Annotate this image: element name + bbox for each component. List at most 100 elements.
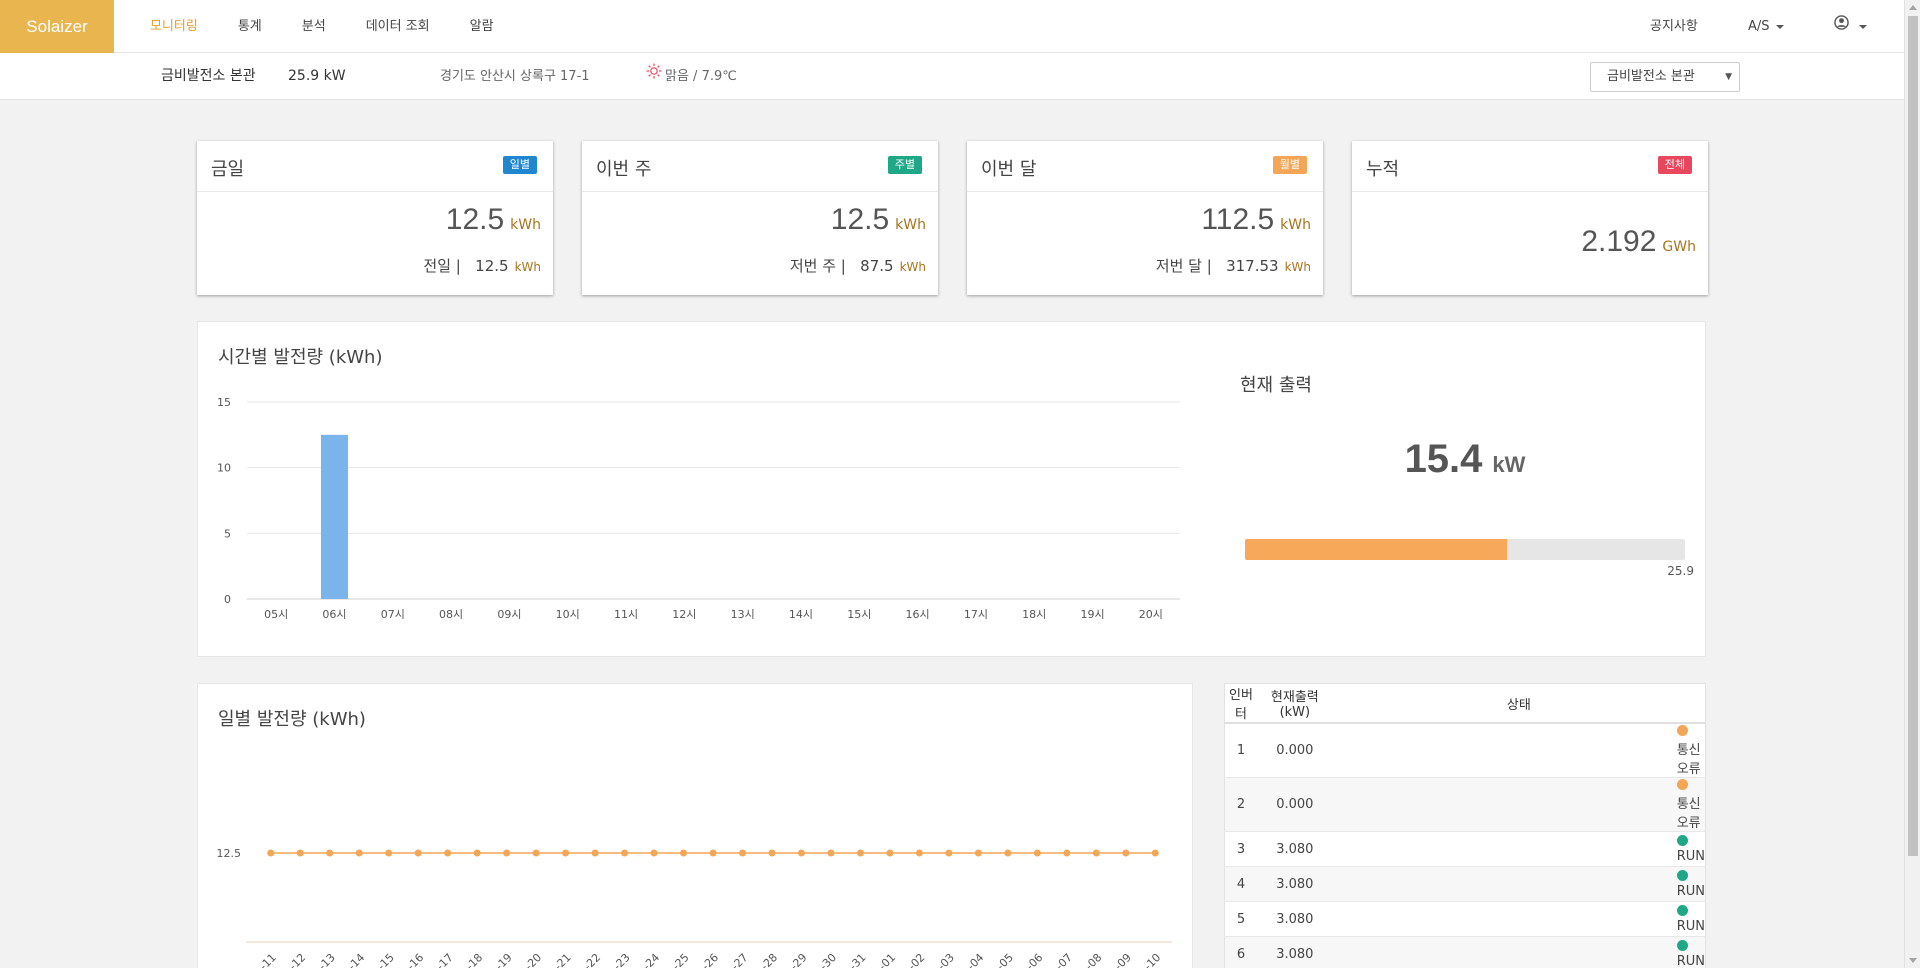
card-previous-value: 317.53 [1226, 257, 1279, 275]
card-title: 누적 [1366, 159, 1400, 180]
status-dot-icon [1676, 835, 1688, 846]
plant-name: 금비발전소 본관 [161, 68, 256, 84]
card-value-unit: kWh [510, 217, 541, 233]
plant-capacity: 25.9 kW [288, 68, 346, 84]
status-dot-icon [1676, 905, 1688, 916]
inverter-table: 인버터 현재출력 (kW) 상태 1 0.000 통신오류 2 0.000 통신오류 3 3.… [1224, 683, 1706, 968]
column-header-status[interactable]: 상태 [1332, 683, 1706, 724]
card-previous-value: 12.5 [475, 257, 509, 275]
this-month-card: 이번 달 월별 112.5 kWh 저번 달 | 317.53 kWh [967, 141, 1323, 295]
card-badge[interactable]: 월별 [1272, 156, 1307, 174]
inverter-status-text: 통신오류 [1676, 797, 1701, 831]
inverter-output: 3.080 [1256, 831, 1333, 867]
card-title: 이번 주 [596, 159, 652, 180]
card-previous: 저번 달 | 317.53 kWh [1156, 255, 1311, 276]
status-dot-icon [1676, 779, 1688, 790]
inverter-output: 0.000 [1256, 723, 1333, 778]
inverter-output: 0.000 [1256, 777, 1333, 832]
menu-item-monitoring[interactable]: 모니터링 [150, 0, 198, 53]
card-previous-unit: kWh [514, 260, 541, 274]
logo[interactable]: Solaizer [0, 0, 114, 53]
menu-item-statistics[interactable]: 통계 [238, 0, 262, 53]
top-navbar: Solaizer 모니터링 통계 분석 데이터 조회 알람 공지사항 A/S [0, 0, 1904, 53]
scroll-up-icon[interactable] [1909, 5, 1917, 10]
inverter-table-header: 인버터 현재출력 (kW) 상태 [1224, 683, 1706, 724]
card-previous-unit: kWh [899, 260, 926, 274]
card-previous-label: 저번 달 | [1155, 257, 1212, 275]
card-badge[interactable]: 전체 [1657, 156, 1692, 174]
card-value-number: 12.5 [830, 203, 890, 236]
plant-address: 경기도 안산시 상록구 17-1 [440, 69, 590, 84]
card-value-unit: GWh [1662, 239, 1696, 255]
card-previous: 전일 | 12.5 kWh [423, 255, 541, 276]
card-value: 2.192 GWh [1581, 225, 1696, 259]
column-header-output[interactable]: 현재출력 (kW) [1256, 683, 1333, 724]
column-header-inverter[interactable]: 인버터 [1224, 683, 1257, 724]
hourly-chart-title: 시간별 발전량 (kWh) [218, 347, 383, 368]
chevron-down-icon [1775, 24, 1784, 29]
inverter-id: 4 [1224, 866, 1257, 902]
main-menu: 모니터링 통계 분석 데이터 조회 알람 [150, 0, 534, 53]
inverter-status: RUN [1332, 866, 1706, 902]
plant-select-value: 금비발전소 본관 [1607, 69, 1695, 84]
current-output-value: 15.4 kW [1240, 437, 1690, 482]
inverter-id: 6 [1224, 936, 1257, 968]
menu-item-analysis[interactable]: 분석 [302, 0, 326, 53]
current-output-progress [1245, 539, 1685, 560]
card-title: 이번 달 [981, 159, 1037, 180]
card-header: 금일 일별 [197, 141, 553, 192]
table-row[interactable]: 5 3.080 RUN [1224, 901, 1706, 937]
weather-info: 맑음 / 7.9℃ [646, 53, 737, 100]
card-header: 이번 주 주별 [582, 141, 938, 192]
chevron-down-icon [1859, 24, 1867, 29]
card-value-unit: kWh [1280, 217, 1311, 233]
card-value-number: 12.5 [445, 203, 505, 236]
notice-label: 공지사항 [1650, 19, 1698, 34]
status-dot-icon [1676, 725, 1688, 736]
menu-item-data-query[interactable]: 데이터 조회 [366, 0, 430, 53]
notice-link[interactable]: 공지사항 [1650, 0, 1698, 53]
card-previous: 저번 주 | 87.5 kWh [790, 255, 926, 276]
current-output-progress-fill [1245, 539, 1507, 560]
current-output-title: 현재 출력 [1240, 375, 1312, 396]
inverter-output: 3.080 [1256, 866, 1333, 902]
daily-chart-title: 일별 발전량 (kWh) [218, 709, 366, 730]
card-title: 금일 [211, 159, 245, 180]
card-value-number: 2.192 [1581, 225, 1657, 258]
inverter-status: 통신오류 [1332, 777, 1706, 832]
card-header: 이번 달 월별 [967, 141, 1323, 192]
page-scrollbar[interactable] [1904, 0, 1920, 968]
inverter-id: 2 [1224, 777, 1257, 832]
scroll-down-icon[interactable] [1909, 958, 1917, 963]
inverter-status-text: 통신오류 [1676, 743, 1701, 777]
inverter-status: RUN [1332, 936, 1706, 968]
inverter-status: 통신오류 [1332, 723, 1706, 778]
as-label: A/S [1748, 19, 1770, 34]
table-row[interactable]: 1 0.000 통신오류 [1224, 723, 1706, 778]
card-badge[interactable]: 일별 [502, 156, 537, 174]
status-dot-icon [1676, 870, 1688, 881]
user-circle-icon [1834, 0, 1849, 53]
table-row[interactable]: 3 3.080 RUN [1224, 831, 1706, 867]
card-badge[interactable]: 주별 [887, 156, 922, 174]
select-arrow-icon: ▼ [1725, 72, 1732, 82]
inverter-status-text: RUN [1676, 954, 1705, 968]
weather-text: 맑음 / 7.9℃ [665, 69, 737, 84]
table-row[interactable]: 6 3.080 RUN [1224, 936, 1706, 968]
card-value: 12.5 kWh [831, 203, 926, 237]
scrollbar-thumb[interactable] [1908, 16, 1918, 856]
plant-select[interactable]: 금비발전소 본관 ▼ [1590, 62, 1740, 92]
inverter-id: 1 [1224, 723, 1257, 778]
table-row[interactable]: 4 3.080 RUN [1224, 866, 1706, 902]
as-dropdown[interactable]: A/S [1748, 0, 1784, 53]
inverter-id: 3 [1224, 831, 1257, 867]
user-menu[interactable] [1834, 0, 1867, 53]
inverter-status: RUN [1332, 901, 1706, 937]
plant-info-bar: 금비발전소 본관 25.9 kW 경기도 안산시 상록구 17-1 맑음 / 7… [0, 53, 1904, 100]
inverter-output: 3.080 [1256, 901, 1333, 937]
current-output-unit: kW [1492, 452, 1526, 477]
menu-item-alarm[interactable]: 알람 [470, 0, 494, 53]
hourly-panel [197, 321, 1706, 657]
inverter-status: RUN [1332, 831, 1706, 867]
table-row[interactable]: 2 0.000 통신오류 [1224, 777, 1706, 832]
